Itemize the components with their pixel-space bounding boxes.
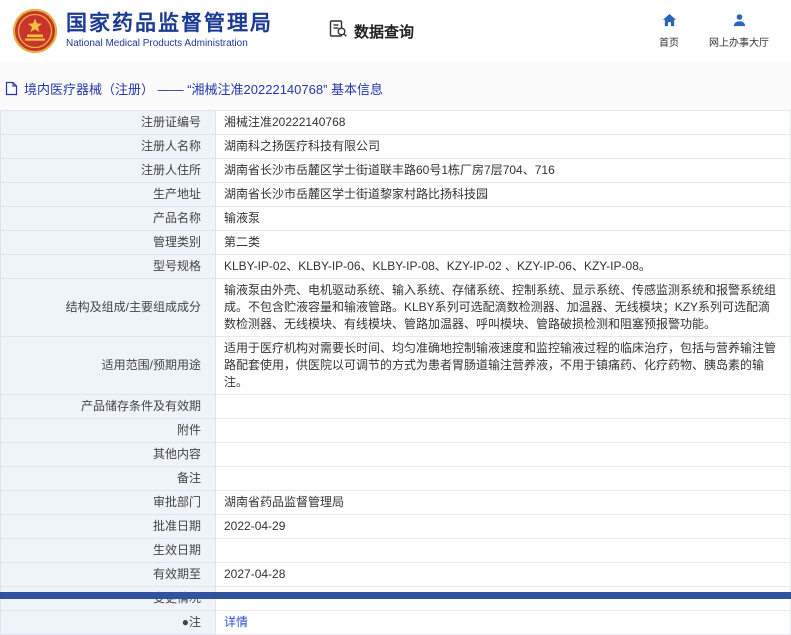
table-row: 管理类别第二类	[1, 231, 791, 255]
table-row: 备注	[1, 467, 791, 491]
table-row: 产品名称输液泵	[1, 207, 791, 231]
table-row: 结构及组成/主要组成成分输液泵由外壳、电机驱动系统、输入系统、存储系统、控制系统…	[1, 279, 791, 337]
field-value: 湖南省长沙市岳麓区学士街道联丰路60号1栋厂房7层704、716	[216, 159, 791, 183]
field-value: 2022-04-29	[216, 515, 791, 539]
table-row: 审批部门湖南省药品监督管理局	[1, 491, 791, 515]
table-row: 生效日期	[1, 539, 791, 563]
field-label: 附件	[1, 419, 216, 443]
brand-text: 国家药品监督管理局 National Medical Products Admi…	[66, 12, 273, 50]
online-hall-link[interactable]: 网上办事大厅	[709, 13, 769, 49]
online-hall-label: 网上办事大厅	[709, 34, 769, 49]
field-value: 湖南科之扬医疗科技有限公司	[216, 135, 791, 159]
table-row: 有效期至2027-04-28	[1, 563, 791, 587]
main-content: 境内医疗器械（注册） —— “湘械注准20222140768” 基本信息 注册证…	[0, 62, 791, 635]
site-header: 国家药品监督管理局 National Medical Products Admi…	[0, 0, 791, 62]
data-query-nav[interactable]: 数据查询	[328, 19, 414, 43]
field-label: 生效日期	[1, 539, 216, 563]
header-right: 首页 网上办事大厅	[659, 13, 769, 49]
table-row: 批准日期2022-04-29	[1, 515, 791, 539]
field-label: 注册证编号	[1, 111, 216, 135]
table-row: 附件	[1, 419, 791, 443]
field-value: 2027-04-28	[216, 563, 791, 587]
table-row: ●注详情	[1, 611, 791, 635]
field-value	[216, 467, 791, 491]
footer-bar	[0, 592, 791, 599]
table-row: 产品储存条件及有效期	[1, 395, 791, 419]
field-value: 输液泵	[216, 207, 791, 231]
field-label: 型号规格	[1, 255, 216, 279]
field-value: 湖南省长沙市岳麓区学士街道黎家村路比扬科技园	[216, 183, 791, 207]
field-label: ●注	[1, 611, 216, 635]
field-label: 批准日期	[1, 515, 216, 539]
field-value	[216, 419, 791, 443]
breadcrumb-text: 境内医疗器械（注册） —— “湘械注准20222140768” 基本信息	[24, 79, 383, 98]
table-row: 其他内容	[1, 443, 791, 467]
table-row: 型号规格KLBY-IP-02、KLBY-IP-06、KLBY-IP-08、KZY…	[1, 255, 791, 279]
field-value: 适用于医疗机构对需要长时间、均匀准确地控制输液速度和监控输液过程的临床治疗，包括…	[216, 337, 791, 395]
table-row: 注册人住所湖南省长沙市岳麓区学士街道联丰路60号1栋厂房7层704、716	[1, 159, 791, 183]
detail-link[interactable]: 详情	[224, 615, 248, 629]
field-value: 第二类	[216, 231, 791, 255]
field-value: KLBY-IP-02、KLBY-IP-06、KLBY-IP-08、KZY-IP-…	[216, 255, 791, 279]
field-label: 适用范围/预期用途	[1, 337, 216, 395]
agency-title: 国家药品监督管理局	[66, 12, 273, 36]
field-label: 有效期至	[1, 563, 216, 587]
field-value: 湖南省药品监督管理局	[216, 491, 791, 515]
document-search-icon	[328, 19, 348, 43]
breadcrumb: 境内医疗器械（注册） —— “湘械注准20222140768” 基本信息	[0, 62, 791, 110]
home-icon	[662, 13, 677, 31]
table-row: 生产地址湖南省长沙市岳麓区学士街道黎家村路比扬科技园	[1, 183, 791, 207]
data-query-label: 数据查询	[354, 21, 414, 42]
home-link[interactable]: 首页	[659, 13, 679, 49]
registration-info-table: 注册证编号湘械注准20222140768注册人名称湖南科之扬医疗科技有限公司注册…	[0, 110, 791, 635]
field-label: 结构及组成/主要组成成分	[1, 279, 216, 337]
field-label: 产品名称	[1, 207, 216, 231]
field-value	[216, 443, 791, 467]
field-label: 产品储存条件及有效期	[1, 395, 216, 419]
table-row: 适用范围/预期用途适用于医疗机构对需要长时间、均匀准确地控制输液速度和监控输液过…	[1, 337, 791, 395]
field-label: 注册人名称	[1, 135, 216, 159]
table-row: 注册人名称湖南科之扬医疗科技有限公司	[1, 135, 791, 159]
field-value: 详情	[216, 611, 791, 635]
field-value	[216, 539, 791, 563]
field-label: 其他内容	[1, 443, 216, 467]
field-label: 生产地址	[1, 183, 216, 207]
field-value: 输液泵由外壳、电机驱动系统、输入系统、存储系统、控制系统、显示系统、传感监测系统…	[216, 279, 791, 337]
agency-subtitle: National Medical Products Administration	[66, 38, 273, 50]
home-label: 首页	[659, 34, 679, 49]
field-label: 备注	[1, 467, 216, 491]
field-value: 湘械注准20222140768	[216, 111, 791, 135]
field-label: 审批部门	[1, 491, 216, 515]
table-row: 注册证编号湘械注准20222140768	[1, 111, 791, 135]
national-emblem-icon	[12, 8, 58, 54]
page-icon	[5, 81, 18, 96]
person-icon	[732, 13, 747, 31]
field-label: 管理类别	[1, 231, 216, 255]
field-value	[216, 395, 791, 419]
field-label: 注册人住所	[1, 159, 216, 183]
brand: 国家药品监督管理局 National Medical Products Admi…	[12, 8, 273, 54]
